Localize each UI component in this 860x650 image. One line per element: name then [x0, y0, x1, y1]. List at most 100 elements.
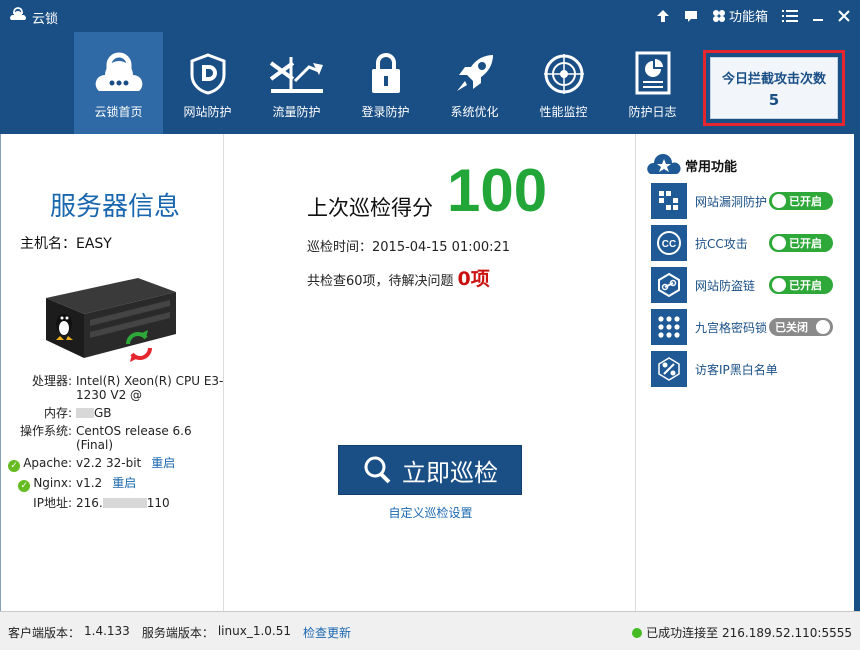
upgrade-icon[interactable] [656, 9, 670, 23]
header: 云锁 功能箱 云锁首页 网站防护 流量防护 登录防护 系统优化 性能监控 防护日… [0, 0, 860, 134]
nginx-restart-link[interactable]: 重启 [112, 476, 136, 490]
chain-link-icon [651, 267, 687, 303]
nginx-row: ✓ Nginx: v1.2 重启 [6, 476, 224, 492]
server-info-panel: 服务器信息 主机名：EASY 处理器: Intel(R) Xeon(R) CPU… [6, 134, 224, 611]
memory-value: GB [94, 406, 112, 420]
server-info-title: 服务器信息 [49, 192, 180, 222]
function-vuln-protection: 网站漏洞防护 已开启 [651, 180, 833, 222]
memory-value-wrap: GB [72, 406, 224, 420]
grid-password-toggle[interactable]: 已关闭 [769, 318, 833, 336]
nav-home[interactable]: 云锁首页 [74, 32, 163, 134]
ip-row: IP地址: 216. 110 [6, 496, 224, 510]
function-anti-leech: 网站防盗链 已开启 [651, 264, 833, 306]
anti-leech-toggle[interactable]: 已开启 [769, 276, 833, 294]
function-name[interactable]: 访客IP黑白名单 [687, 361, 797, 378]
nav-performance-monitor[interactable]: 性能监控 [519, 32, 608, 134]
nginx-ok-icon: ✓ [18, 480, 31, 492]
client-version: 1.4.133 [84, 624, 130, 638]
attack-counter[interactable]: 今日拦截攻击次数 5 [710, 57, 838, 119]
cc-icon: CC [651, 225, 687, 261]
bug-grid-icon [651, 183, 687, 219]
client-version-label: 客户端版本： [8, 626, 81, 640]
apache-row: ✓ Apache: v2.2 32-bit 重启 [6, 456, 224, 472]
padlock-icon [371, 53, 400, 93]
nav-website-protection[interactable]: 网站防护 [163, 32, 252, 134]
function-name[interactable]: 九宫格密码锁 [687, 319, 769, 336]
nav-home-label: 云锁首页 [94, 105, 143, 119]
function-ip-list[interactable]: 访客IP黑白名单 [651, 348, 833, 390]
server-info-list: 处理器: Intel(R) Xeon(R) CPU E3-1230 V2 @ 内… [6, 374, 224, 514]
os-value: CentOS release 6.6 (Final) [76, 424, 192, 452]
function-anti-cc: CC 抗CC攻击 已开启 [651, 222, 833, 264]
server-version-label: 服务端版本： [141, 626, 214, 640]
nav-system-optimize[interactable]: 系统优化 [430, 32, 519, 134]
ip-prefix: 216. [76, 496, 103, 510]
menu-icon[interactable] [782, 9, 798, 23]
nav-protection-log[interactable]: 防护日志 [608, 32, 697, 134]
apache-key: Apache: [23, 456, 72, 470]
svg-text:CC: CC [662, 239, 676, 250]
app-title-text: 云锁 [32, 11, 59, 27]
apache-restart-link[interactable]: 重启 [151, 456, 175, 470]
magnifier-icon [364, 456, 391, 484]
function-name[interactable]: 抗CC攻击 [687, 235, 769, 252]
ip-suffix: 110 [146, 496, 170, 510]
problem-count: 0项 [457, 268, 490, 290]
function-grid-password: 九宫格密码锁 已关闭 [651, 306, 833, 348]
ip-redacted [102, 498, 147, 508]
nginx-value-wrap: v1.2 重启 [72, 476, 224, 492]
minimize-icon[interactable] [812, 10, 824, 22]
report-icon [635, 51, 670, 95]
function-name[interactable]: 网站漏洞防护 [687, 193, 769, 210]
scan-panel: 上次巡检得分 100 巡检时间：2015-04-15 01:00:21 共检查6… [225, 134, 636, 611]
nav-traffic-protection[interactable]: 流量防护 [252, 32, 341, 134]
status-bar: 客户端版本： 1.4.133 服务端版本： linux_1.0.51 检查更新 … [0, 611, 860, 650]
nav-login-protection[interactable]: 登录防护 [341, 32, 430, 134]
rocket-icon [456, 55, 493, 91]
percent-icon [651, 351, 687, 387]
function-list: 网站漏洞防护 已开启 CC 抗CC攻击 已开启 网站防盗链 已开启 九宫格密码锁… [651, 180, 833, 390]
apache-ok-icon: ✓ [8, 460, 21, 472]
function-name[interactable]: 网站防盗链 [687, 277, 769, 294]
scan-now-button[interactable]: 立即巡检 [338, 445, 522, 495]
shield-d-icon [190, 53, 225, 95]
connection-status: 已成功连接至 216.189.52.110:5555 [632, 624, 852, 641]
ip-value-wrap: 216. 110 [72, 496, 224, 510]
cpu-value: Intel(R) Xeon(R) CPU E3-1230 V2 @ [76, 374, 224, 402]
linux-server-icon [46, 278, 176, 362]
custom-scan-link[interactable]: 自定义巡检设置 [225, 504, 636, 521]
toolbox-button[interactable]: 功能箱 [712, 6, 768, 25]
memory-key: 内存: [43, 406, 72, 420]
apache-value-wrap: v2.2 32-bit 重启 [72, 456, 224, 472]
app-title: 云锁 [10, 7, 58, 27]
toolbox-label: 功能箱 [728, 10, 768, 25]
vuln-protection-toggle[interactable]: 已开启 [769, 192, 833, 210]
attack-counter-box: 今日拦截攻击次数 5 [703, 50, 845, 126]
close-icon[interactable] [838, 9, 850, 22]
traffic-arrow-icon [269, 57, 323, 93]
anti-cc-toggle[interactable]: 已开启 [769, 234, 833, 252]
nav-login-protection-label: 登录防护 [361, 105, 410, 119]
attack-counter-value: 5 [768, 90, 780, 109]
server-version: linux_1.0.51 [217, 624, 291, 638]
cpu-key: 处理器: [31, 374, 72, 388]
version-info: 客户端版本： 1.4.133 服务端版本： linux_1.0.51 检查更新 [8, 624, 351, 641]
app-logo-icon [10, 7, 26, 27]
apache-key-wrap: ✓ Apache: [6, 456, 72, 472]
title-controls: 功能箱 [656, 6, 850, 25]
check-update-link[interactable]: 检查更新 [303, 624, 351, 641]
cloud-star-icon [647, 154, 681, 174]
radar-icon [543, 54, 584, 94]
ip-key: IP地址: [33, 496, 72, 510]
message-icon[interactable] [684, 9, 698, 23]
apache-value: v2.2 32-bit [76, 456, 142, 470]
nav-traffic-protection-label: 流量防护 [272, 105, 321, 119]
scan-summary-text: 共检查60项，待解决问题 [307, 274, 454, 289]
nginx-key: Nginx: [33, 476, 72, 490]
main-nav: 云锁首页 网站防护 流量防护 登录防护 系统优化 性能监控 防护日志 [74, 32, 697, 134]
os-row: 操作系统: CentOS release 6.6 (Final) [6, 424, 224, 452]
connected-dot-icon [632, 627, 643, 638]
nav-website-protection-label: 网站防护 [183, 105, 232, 119]
connection-text: 已成功连接至 216.189.52.110:5555 [646, 626, 852, 640]
memory-redacted [76, 408, 94, 418]
